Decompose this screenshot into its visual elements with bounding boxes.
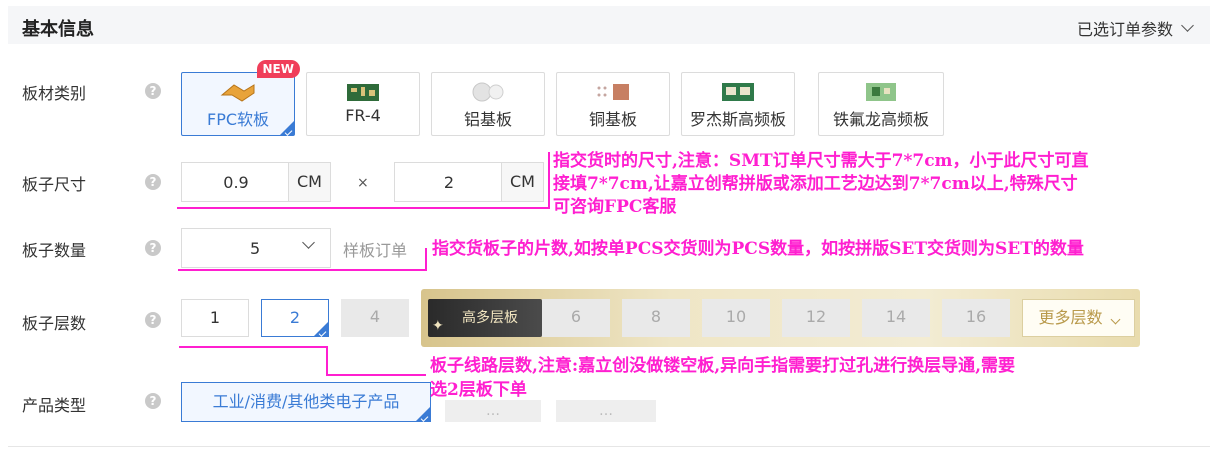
layer-option-8[interactable]: 8 <box>622 299 690 337</box>
width-input[interactable]: 0.9 CM <box>181 162 331 202</box>
section-divider <box>8 446 1210 447</box>
annotation-quantity: 指交货板子的片数,如按单PCS交货则为PCS数量，如按拼版SET交货则为SET的… <box>432 239 1084 259</box>
selected-check-icon <box>280 121 294 135</box>
layer-option-14[interactable]: 14 <box>862 299 930 337</box>
selected-check-icon <box>416 407 430 421</box>
row-label-size: 板子尺寸 <box>22 175 87 194</box>
help-icon[interactable]: ? <box>145 312 161 328</box>
new-badge: NEW <box>256 60 300 78</box>
height-unit: CM <box>501 163 543 201</box>
material-label: FR-4 <box>345 106 381 125</box>
material-teflon[interactable]: 铁氟龙高频板 <box>818 72 944 136</box>
quantity-value-text: 5 <box>250 239 261 258</box>
material-rogers[interactable]: 罗杰斯高频板 <box>681 72 795 136</box>
material-copper[interactable]: 铜基板 <box>556 72 670 136</box>
more-layers-label: 更多层数 <box>1038 308 1103 327</box>
layer-option-6[interactable]: 6 <box>542 299 610 337</box>
width-unit: CM <box>288 163 330 201</box>
material-label: 罗杰斯高频板 <box>689 110 786 129</box>
times-sign: × <box>357 175 369 191</box>
material-fpc[interactable]: FPC软板 NEW <box>181 60 300 136</box>
section-title: 基本信息 <box>22 19 94 40</box>
annotation-connector <box>326 346 328 376</box>
layer-option-16[interactable]: 16 <box>942 299 1010 337</box>
annotation-connector <box>326 374 426 376</box>
layer-option-1[interactable]: 1 <box>181 299 249 337</box>
layer-option-2[interactable]: 2 <box>261 299 329 337</box>
annotation-layers-1: 板子线路层数,注意:嘉立创没做镂空板,异向手指需要打过孔进行换层导通,需要 <box>430 356 1016 376</box>
row-label-layers: 板子层数 <box>22 314 87 333</box>
material-aluminum[interactable]: 铝基板 <box>431 72 545 136</box>
row-label-material: 板材类别 <box>22 84 87 103</box>
chevron-down-icon <box>302 236 315 249</box>
rogers-board-icon <box>722 83 754 101</box>
product-option-ghost[interactable]: … <box>556 400 656 422</box>
material-label: 铁氟龙高频板 <box>832 110 929 129</box>
annotation-connector <box>548 152 550 208</box>
product-option-selected[interactable]: 工业/消费/其他类电子产品 <box>181 382 431 422</box>
layer-option-label: 2 <box>289 308 301 327</box>
annotation-size-1: 指交货时的尺寸,注意：SMT订单尺寸需大于7*7cm，小于此尺寸可直 <box>553 151 1089 171</box>
sample-order-hint: 样板订单 <box>343 241 408 260</box>
sparkle-icon: ✦ <box>432 318 444 334</box>
multilayer-label: 高多层板 <box>428 299 542 337</box>
help-icon[interactable]: ? <box>145 240 161 256</box>
annotation-layers-2: 选2层板下单 <box>430 380 527 400</box>
annotation-underline <box>179 346 327 348</box>
annotation-underline <box>178 269 426 271</box>
row-label-quantity: 板子数量 <box>22 241 87 260</box>
material-fr4[interactable]: FR-4 <box>306 72 420 136</box>
annotation-size-3: 可咨询FPC客服 <box>553 197 677 217</box>
teflon-board-icon <box>866 83 896 101</box>
chevron-down-icon <box>1181 19 1194 32</box>
layer-option-12[interactable]: 12 <box>782 299 850 337</box>
help-icon[interactable]: ? <box>145 174 161 190</box>
selected-params-toggle[interactable]: 已选订单参数 <box>1076 16 1194 40</box>
row-label-product: 产品类型 <box>22 396 87 415</box>
selected-params-label: 已选订单参数 <box>1076 20 1173 39</box>
chevron-down-icon <box>1110 314 1120 325</box>
section-header: 基本信息 已选订单参数 <box>8 6 1210 44</box>
annotation-underline <box>177 207 550 209</box>
help-icon[interactable]: ? <box>145 83 161 99</box>
height-input[interactable]: 2 CM <box>394 162 544 202</box>
multilayer-label-text: 高多层板 <box>462 310 518 326</box>
more-layers-button[interactable]: 更多层数 <box>1022 299 1135 337</box>
quantity-select[interactable]: 5 <box>181 228 331 268</box>
product-option-label: 工业/消费/其他类电子产品 <box>212 392 400 411</box>
material-label: 铜基板 <box>588 110 637 129</box>
copper-board-icon <box>597 84 629 100</box>
material-label: 铝基板 <box>463 110 512 129</box>
width-value: 0.9 <box>223 173 249 192</box>
annotation-size-2: 接填7*7cm,让嘉立创帮拼版或添加工艺边达到7*7cm以上,特殊尺寸 <box>553 174 1078 194</box>
help-icon[interactable]: ? <box>145 393 161 409</box>
height-value: 2 <box>443 173 455 192</box>
annotation-connector <box>425 248 427 271</box>
layer-option-4[interactable]: 4 <box>341 299 409 337</box>
layer-option-10[interactable]: 10 <box>702 299 770 337</box>
fr4-board-icon <box>347 84 379 101</box>
aluminum-board-icon <box>472 82 504 102</box>
selected-check-icon <box>314 322 328 336</box>
material-label: FPC软板 <box>206 110 270 129</box>
fpc-board-icon <box>220 84 255 102</box>
product-option-ghost[interactable]: … <box>445 400 541 422</box>
